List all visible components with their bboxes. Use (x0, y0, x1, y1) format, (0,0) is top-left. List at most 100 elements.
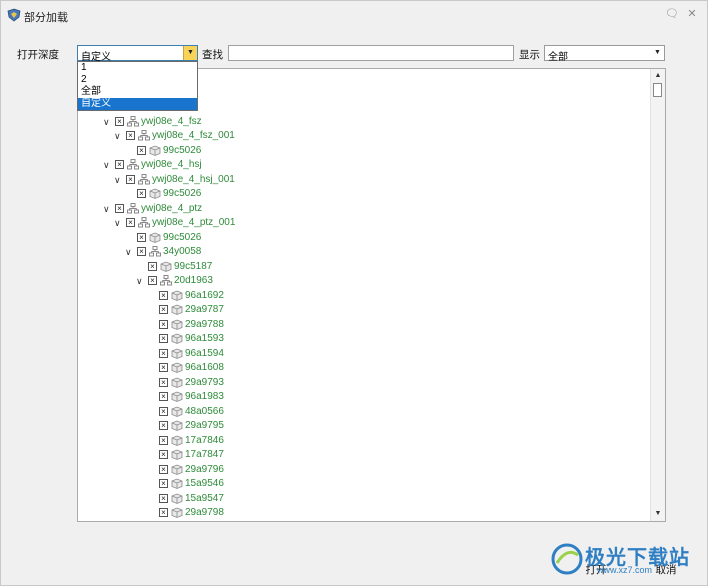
depth-option-1[interactable]: 1 (78, 62, 197, 74)
tree-row[interactable]: × 96a1594 (78, 347, 648, 361)
tree-row[interactable]: × 17a7846 (78, 434, 648, 448)
tree-row-label: 29a9796 (185, 463, 224, 475)
assembly-icon (127, 202, 139, 214)
row-checkbox[interactable]: × (148, 261, 157, 271)
expand-chevron-icon[interactable]: ∨ (114, 174, 123, 186)
tree-row[interactable]: ∨ × ywj08e_4_hsj_001 (78, 173, 648, 187)
depth-select[interactable]: 自定义 ▼ (77, 45, 198, 63)
expand-chevron-icon[interactable]: ∨ (103, 203, 112, 215)
tree-row-label: 29a9795 (185, 420, 224, 431)
chevron-down-icon[interactable]: ▼ (651, 46, 664, 60)
tree-row[interactable]: × 99c5026 (78, 187, 648, 201)
row-checkbox[interactable]: × (159, 493, 168, 503)
expand-chevron-icon[interactable]: ∨ (125, 246, 134, 258)
tree-row[interactable]: × 96a1593 (78, 332, 648, 346)
close-icon[interactable]: ✕ (685, 7, 699, 21)
row-checkbox[interactable]: × (159, 334, 168, 343)
depth-dropdown-list: 1 2 全部 自定义 (77, 61, 198, 111)
row-checkbox[interactable]: × (137, 232, 146, 242)
row-checkbox[interactable]: × (115, 203, 124, 213)
row-checkbox[interactable]: × (126, 131, 135, 140)
row-checkbox[interactable]: × (159, 406, 168, 416)
search-input[interactable] (228, 45, 514, 61)
tree-row-label: 34y0058 (163, 246, 202, 257)
row-checkbox[interactable]: × (148, 276, 157, 285)
row-checkbox[interactable]: × (159, 348, 168, 358)
row-checkbox[interactable]: × (115, 116, 124, 126)
tree-row[interactable]: × 99c5026 (78, 144, 648, 158)
tree-row[interactable]: × 29a9796 (78, 463, 648, 477)
tree-row[interactable]: × 48a0566 (78, 405, 648, 419)
row-checkbox[interactable]: × (159, 421, 168, 430)
tree-row[interactable]: × 17a7847 (78, 448, 648, 462)
tree-row[interactable]: ∨ × ywj08e_4_ptz (78, 202, 648, 216)
part-icon (171, 362, 183, 373)
tree-row[interactable]: ∨ × ywj08e_4_ptz_001 (78, 216, 648, 230)
tree-row[interactable]: ∨ × ywj08e_4_hsj (78, 158, 648, 172)
tree-row[interactable]: ∨ × 34y0058 (78, 245, 648, 259)
expand-chevron-icon[interactable]: ∨ (103, 116, 112, 128)
row-checkbox[interactable]: × (159, 464, 168, 474)
tree-row[interactable]: × 99c5026 (78, 231, 648, 245)
row-checkbox[interactable]: × (159, 377, 168, 387)
expand-chevron-icon[interactable]: ∨ (114, 130, 123, 142)
part-icon (171, 304, 183, 315)
depth-option-2[interactable]: 2 (78, 74, 197, 86)
row-checkbox[interactable]: × (115, 160, 124, 169)
expand-chevron-icon[interactable]: ∨ (103, 159, 112, 171)
row-checkbox[interactable]: × (126, 174, 135, 184)
part-icon (149, 188, 161, 199)
row-checkbox[interactable]: × (137, 247, 146, 256)
tree-row[interactable]: × 29a9793 (78, 376, 648, 390)
depth-option-custom[interactable]: 自定义 (78, 98, 197, 110)
tree-row-label: 99c5187 (174, 260, 213, 272)
depth-option-all[interactable]: 全部 (78, 86, 197, 98)
tree-row[interactable]: × 96a1983 (78, 390, 648, 404)
row-checkbox[interactable]: × (126, 218, 135, 227)
row-checkbox[interactable]: × (159, 508, 168, 517)
scroll-up-icon[interactable]: ▲ (651, 70, 665, 82)
tree-row[interactable]: × 29a9787 (78, 303, 648, 317)
row-checkbox[interactable]: × (159, 363, 168, 372)
row-checkbox[interactable]: × (137, 189, 146, 198)
row-checkbox[interactable]: × (159, 305, 168, 314)
tree-row[interactable]: × 29a9798 (78, 506, 648, 520)
row-checkbox[interactable]: × (159, 450, 168, 459)
tree-row[interactable]: × 99c5187 (78, 260, 648, 274)
row-checkbox[interactable]: × (159, 435, 168, 445)
row-checkbox[interactable]: × (159, 290, 168, 300)
tree-row[interactable]: × 15a9547 (78, 492, 648, 506)
part-icon (171, 391, 183, 402)
tree-row-label: 96a1593 (185, 333, 224, 344)
help-icon[interactable]: 🗨 (665, 7, 679, 21)
part-icon (171, 478, 183, 489)
expand-chevron-icon[interactable]: ∨ (114, 217, 123, 229)
app-shield-icon (7, 8, 21, 22)
tree-row[interactable]: × 96a1608 (78, 361, 648, 375)
tree-row-label: 29a9787 (185, 304, 224, 315)
tree-row[interactable]: × 96a1692 (78, 289, 648, 303)
scroll-down-icon[interactable]: ▼ (651, 508, 665, 520)
vertical-scrollbar[interactable]: ▲ ▼ (650, 69, 665, 521)
tree-row[interactable]: × 29a9795 (78, 419, 648, 433)
row-checkbox[interactable]: × (159, 479, 168, 488)
title-bar: 部分加载 🗨 ✕ (1, 1, 707, 29)
display-select[interactable]: 全部 ▼ (544, 45, 665, 63)
row-checkbox[interactable]: × (159, 392, 168, 401)
assembly-icon (138, 173, 150, 185)
part-icon (171, 507, 183, 518)
tree-row[interactable]: × 29a9788 (78, 318, 648, 332)
expand-chevron-icon[interactable]: ∨ (136, 275, 145, 287)
scroll-thumb[interactable] (653, 83, 662, 97)
assembly-icon (160, 275, 172, 286)
tree-row-label: 29a9798 (185, 507, 224, 518)
tree-row[interactable]: ∨ × 20d1963 (78, 274, 648, 288)
row-checkbox[interactable]: × (159, 319, 168, 329)
chevron-down-icon[interactable]: ▼ (183, 46, 197, 60)
tree-row[interactable]: ∨ × ywj08e_4_fsz (78, 115, 648, 129)
tree-row[interactable]: ∨ × ywj08e_4_fsz_001 (78, 129, 648, 143)
row-checkbox[interactable]: × (137, 145, 146, 155)
assembly-icon (138, 217, 150, 228)
tree-row[interactable]: × 15a9546 (78, 477, 648, 491)
tree-row-label: 96a1983 (185, 391, 224, 402)
